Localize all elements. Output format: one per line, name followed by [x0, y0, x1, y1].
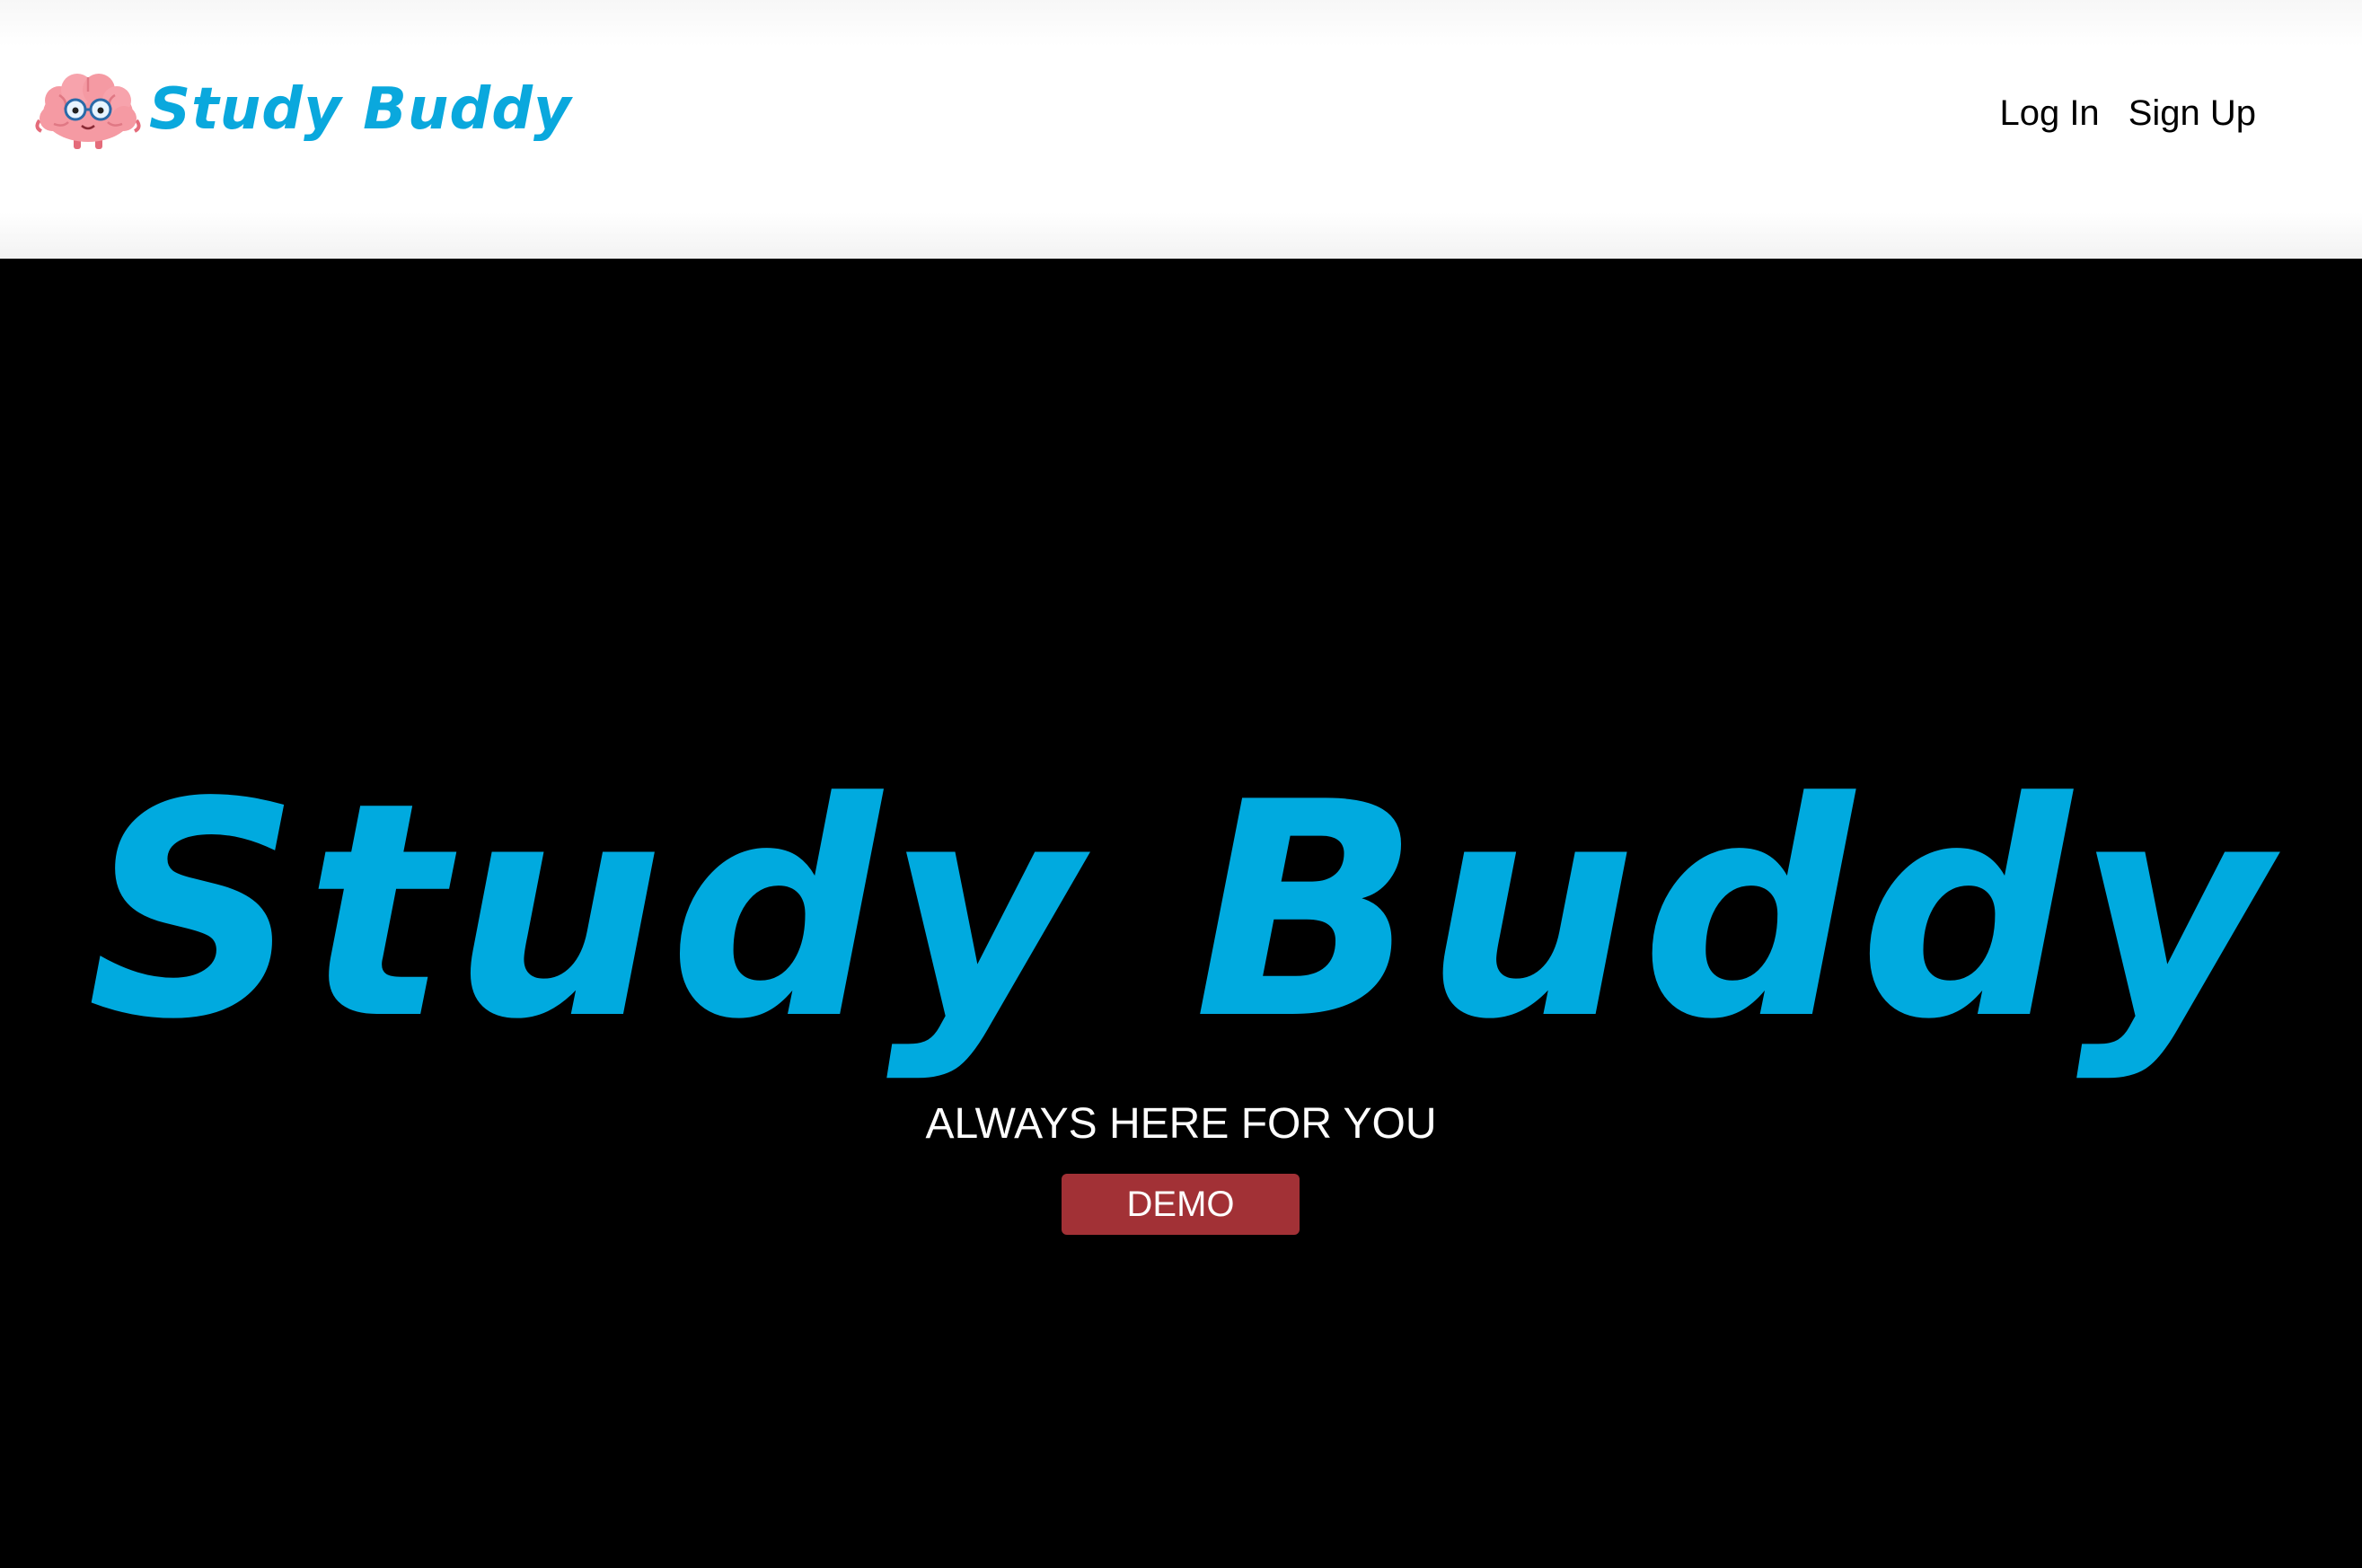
brain-mascot-icon — [35, 74, 141, 149]
signup-link[interactable]: Sign Up — [2128, 86, 2256, 140]
login-link[interactable]: Log In — [1999, 86, 2099, 140]
hero-title: Study Buddy — [86, 739, 2276, 1084]
home-logo-link[interactable]: Study Buddy — [32, 65, 572, 154]
header-nav: Log In Sign Up — [1999, 86, 2256, 140]
hero-tagline: ALWAYS HERE FOR YOU — [925, 1100, 1437, 1148]
logo-text: Study Buddy — [149, 76, 572, 143]
hero-section: Study Buddy ALWAYS HERE FOR YOU DEMO — [0, 259, 2362, 1568]
demo-button[interactable]: DEMO — [1062, 1174, 1300, 1235]
site-header: Study Buddy Log In Sign Up — [0, 0, 2362, 259]
